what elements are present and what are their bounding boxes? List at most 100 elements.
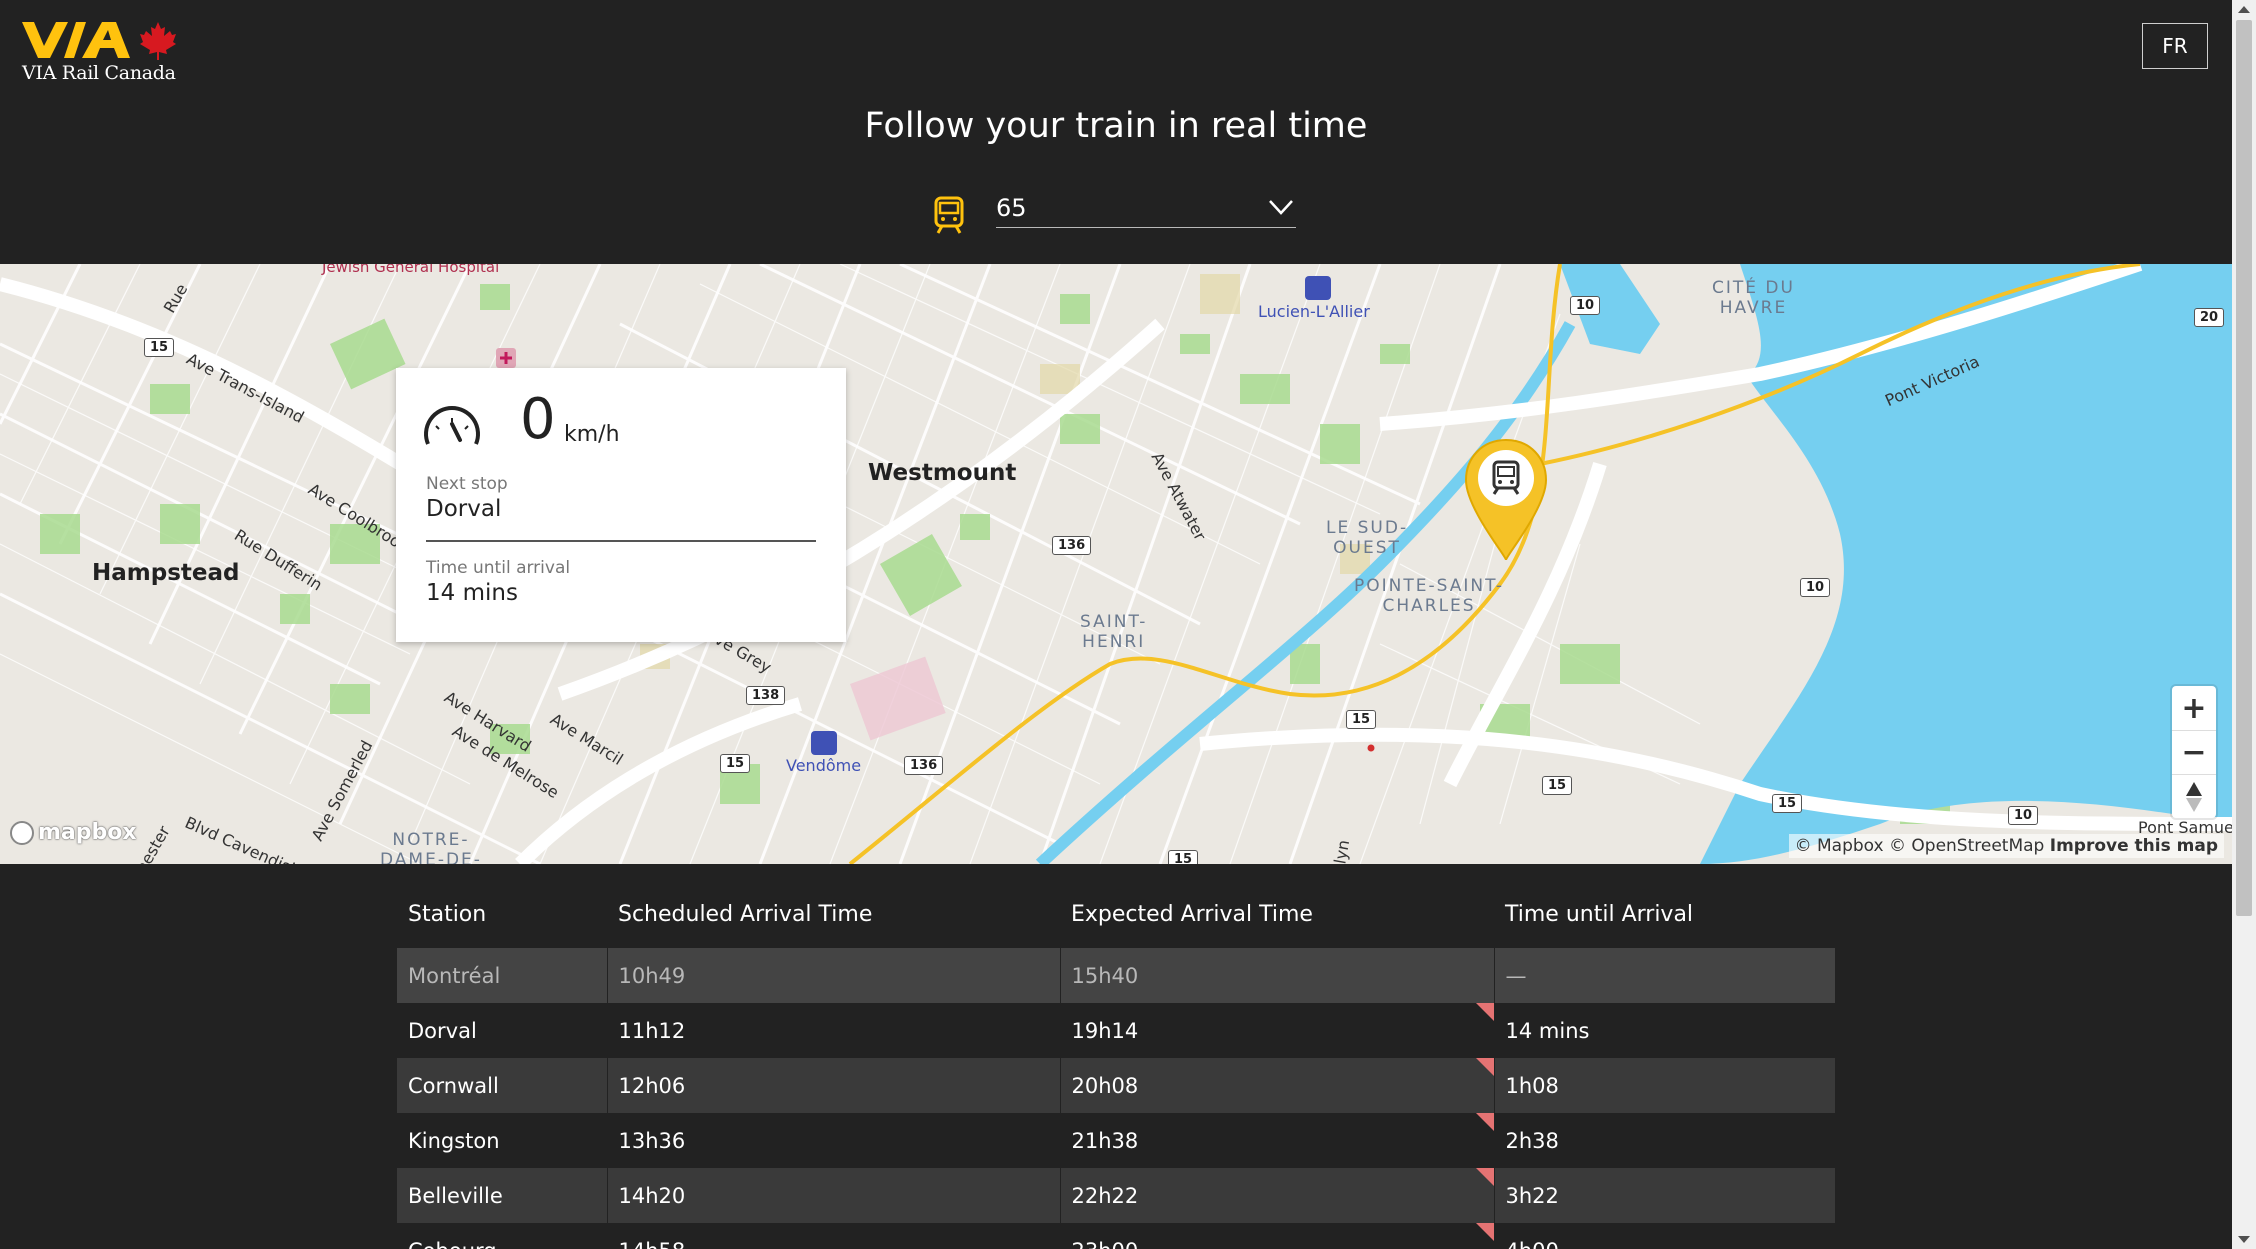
delay-flag-icon xyxy=(1475,1168,1494,1186)
improve-map-link[interactable]: Improve this map xyxy=(2050,836,2218,856)
header: VIA Rail Canada FR Follow your train in … xyxy=(0,0,2232,264)
expected-time-cell: 21h38 xyxy=(1059,1113,1494,1168)
table-row: Cornwall 12h06 20h08 1h08 xyxy=(397,1058,1835,1113)
compass-button[interactable] xyxy=(2172,774,2216,818)
delay-flag-icon xyxy=(1475,1003,1494,1021)
language-toggle-button[interactable]: FR xyxy=(2142,23,2208,69)
via-logo-icon xyxy=(22,22,130,58)
table-row: Belleville 14h20 22h22 3h22 xyxy=(397,1168,1835,1223)
column-header-time-until: Time until Arrival xyxy=(1505,901,1694,927)
train-icon xyxy=(934,196,964,234)
column-header-expected: Expected Arrival Time xyxy=(1071,901,1313,927)
scheduled-time-cell: 14h58 xyxy=(606,1223,1060,1249)
compass-icon xyxy=(2186,781,2202,812)
attribution-mapbox-link[interactable]: © Mapbox xyxy=(1795,836,1884,856)
table-header-row: Station Scheduled Arrival Time Expected … xyxy=(397,880,1835,948)
page-scrollbar[interactable] xyxy=(2232,0,2256,1249)
delay-flag-icon xyxy=(1475,1113,1494,1131)
scheduled-time-cell: 14h20 xyxy=(606,1168,1060,1223)
train-number-select[interactable]: 65 xyxy=(996,188,1296,228)
scheduled-time-cell: 11h12 xyxy=(606,1003,1060,1058)
station-cell: Cobourg xyxy=(397,1223,607,1249)
map-label-jewish-general-hospital: Jewish General Hospital xyxy=(322,264,500,276)
map-canvas xyxy=(0,264,2232,864)
delay-flag-icon xyxy=(1475,1223,1494,1241)
map-label-lucien-lallier: Lucien-L'Allier xyxy=(1258,302,1370,321)
station-cell: Kingston xyxy=(397,1113,607,1168)
highway-shield: 15 xyxy=(720,754,751,773)
delay-flag-icon xyxy=(1475,1058,1494,1076)
mapbox-logo-text: mapbox xyxy=(38,820,137,845)
highway-shield: 15 xyxy=(1168,850,1199,864)
chevron-down-icon xyxy=(1269,200,1293,215)
map-label-cite-du-havre: CITÉ DU HAVRE xyxy=(1712,278,1795,318)
table-row: Cobourg14h5823h004h00 xyxy=(397,1223,1835,1249)
train-info-card: 0 km/h Next stop Dorval Time until arriv… xyxy=(396,368,846,642)
map-label-westmount: Westmount xyxy=(868,460,1017,486)
time-until-arrival-label: Time until arrival xyxy=(426,558,571,578)
table-row: Kingston 13h36 21h38 2h38 xyxy=(397,1113,1835,1168)
speed-unit: km/h xyxy=(564,422,620,447)
train-pin-icon[interactable] xyxy=(1462,436,1550,564)
time-until-cell: — xyxy=(1493,948,1835,1003)
expected-time-cell: 23h00 xyxy=(1059,1223,1494,1249)
map-zoom-controls: + − xyxy=(2172,686,2216,818)
map-label-notre-dame: NOTRE- DAME-DE- xyxy=(380,830,482,864)
schedule-table-container: Station Scheduled Arrival Time Expected … xyxy=(397,880,1835,1249)
scheduled-time-cell: 13h36 xyxy=(606,1113,1060,1168)
station-cell: Dorval xyxy=(397,1003,607,1058)
station-cell: Montréal xyxy=(397,948,607,1003)
mapbox-logo[interactable]: mapbox xyxy=(10,820,137,845)
highway-shield: 138 xyxy=(746,686,786,705)
table-row: Dorval 11h12 19h14 14 mins xyxy=(397,1003,1835,1058)
map-label-le-sud-ouest: LE SUD- OUEST xyxy=(1326,518,1409,558)
scroll-up-arrow-icon[interactable] xyxy=(2238,6,2250,13)
attribution-osm-link[interactable]: © OpenStreetMap xyxy=(1889,836,2044,856)
map-attribution: © Mapbox © OpenStreetMap Improve this ma… xyxy=(1788,834,2224,858)
scroll-down-arrow-icon[interactable] xyxy=(2238,1236,2250,1243)
column-header-station: Station xyxy=(408,901,487,927)
map-label-hampstead: Hampstead xyxy=(92,560,240,586)
card-divider xyxy=(426,540,816,542)
scheduled-time-cell: 12h06 xyxy=(606,1058,1060,1113)
scheduled-time-cell: 10h49 xyxy=(606,948,1060,1003)
column-header-scheduled: Scheduled Arrival Time xyxy=(618,901,873,927)
table-row: Montréal 10h49 15h40— xyxy=(397,948,1835,1003)
highway-shield: 10 xyxy=(1570,296,1601,315)
expected-time-cell: 22h22 xyxy=(1059,1168,1494,1223)
maple-leaf-icon xyxy=(140,22,176,60)
highway-shield: 10 xyxy=(2008,806,2039,825)
time-until-cell: 1h08 xyxy=(1493,1058,1835,1113)
highway-shield: 136 xyxy=(904,756,944,775)
schedule-table: Station Scheduled Arrival Time Expected … xyxy=(397,880,1835,1249)
time-until-cell: 2h38 xyxy=(1493,1113,1835,1168)
highway-shield: 10 xyxy=(1800,578,1831,597)
highway-shield: 15 xyxy=(1772,794,1803,813)
station-cell: Belleville xyxy=(397,1168,607,1223)
train-number-value: 65 xyxy=(996,193,1027,222)
highway-shield: 20 xyxy=(2194,308,2225,327)
highway-shield: 15 xyxy=(144,338,175,357)
time-until-cell: 14 mins xyxy=(1493,1003,1835,1058)
zoom-in-button[interactable]: + xyxy=(2172,686,2216,730)
train-speed: 0 xyxy=(520,387,556,452)
station-cell: Cornwall xyxy=(397,1058,607,1113)
map-label-saint-henri: SAINT- HENRI xyxy=(1080,612,1148,652)
scrollbar-thumb[interactable] xyxy=(2236,20,2252,916)
brand-name: VIA Rail Canada xyxy=(22,62,176,84)
map-label-pointe-saint-charles: POINTE-SAINT- CHARLES xyxy=(1354,576,1505,616)
train-map[interactable]: Westmount Hampstead LE SUD- OUEST POINTE… xyxy=(0,264,2232,864)
expected-time-cell: 19h14 xyxy=(1059,1003,1494,1058)
next-stop-label: Next stop xyxy=(426,474,508,494)
highway-shield: 136 xyxy=(1052,536,1092,555)
highway-shield: 15 xyxy=(1346,710,1377,729)
expected-time-cell: 15h40 xyxy=(1059,948,1494,1003)
next-stop-value: Dorval xyxy=(426,496,502,522)
time-until-cell: 3h22 xyxy=(1493,1168,1835,1223)
zoom-out-button[interactable]: − xyxy=(2172,730,2216,774)
expected-time-cell: 20h08 xyxy=(1059,1058,1494,1113)
time-until-arrival-value: 14 mins xyxy=(426,580,518,606)
via-rail-logo[interactable]: VIA Rail Canada xyxy=(22,22,176,84)
page-title: Follow your train in real time xyxy=(864,106,1368,146)
highway-shield: 15 xyxy=(1542,776,1573,795)
